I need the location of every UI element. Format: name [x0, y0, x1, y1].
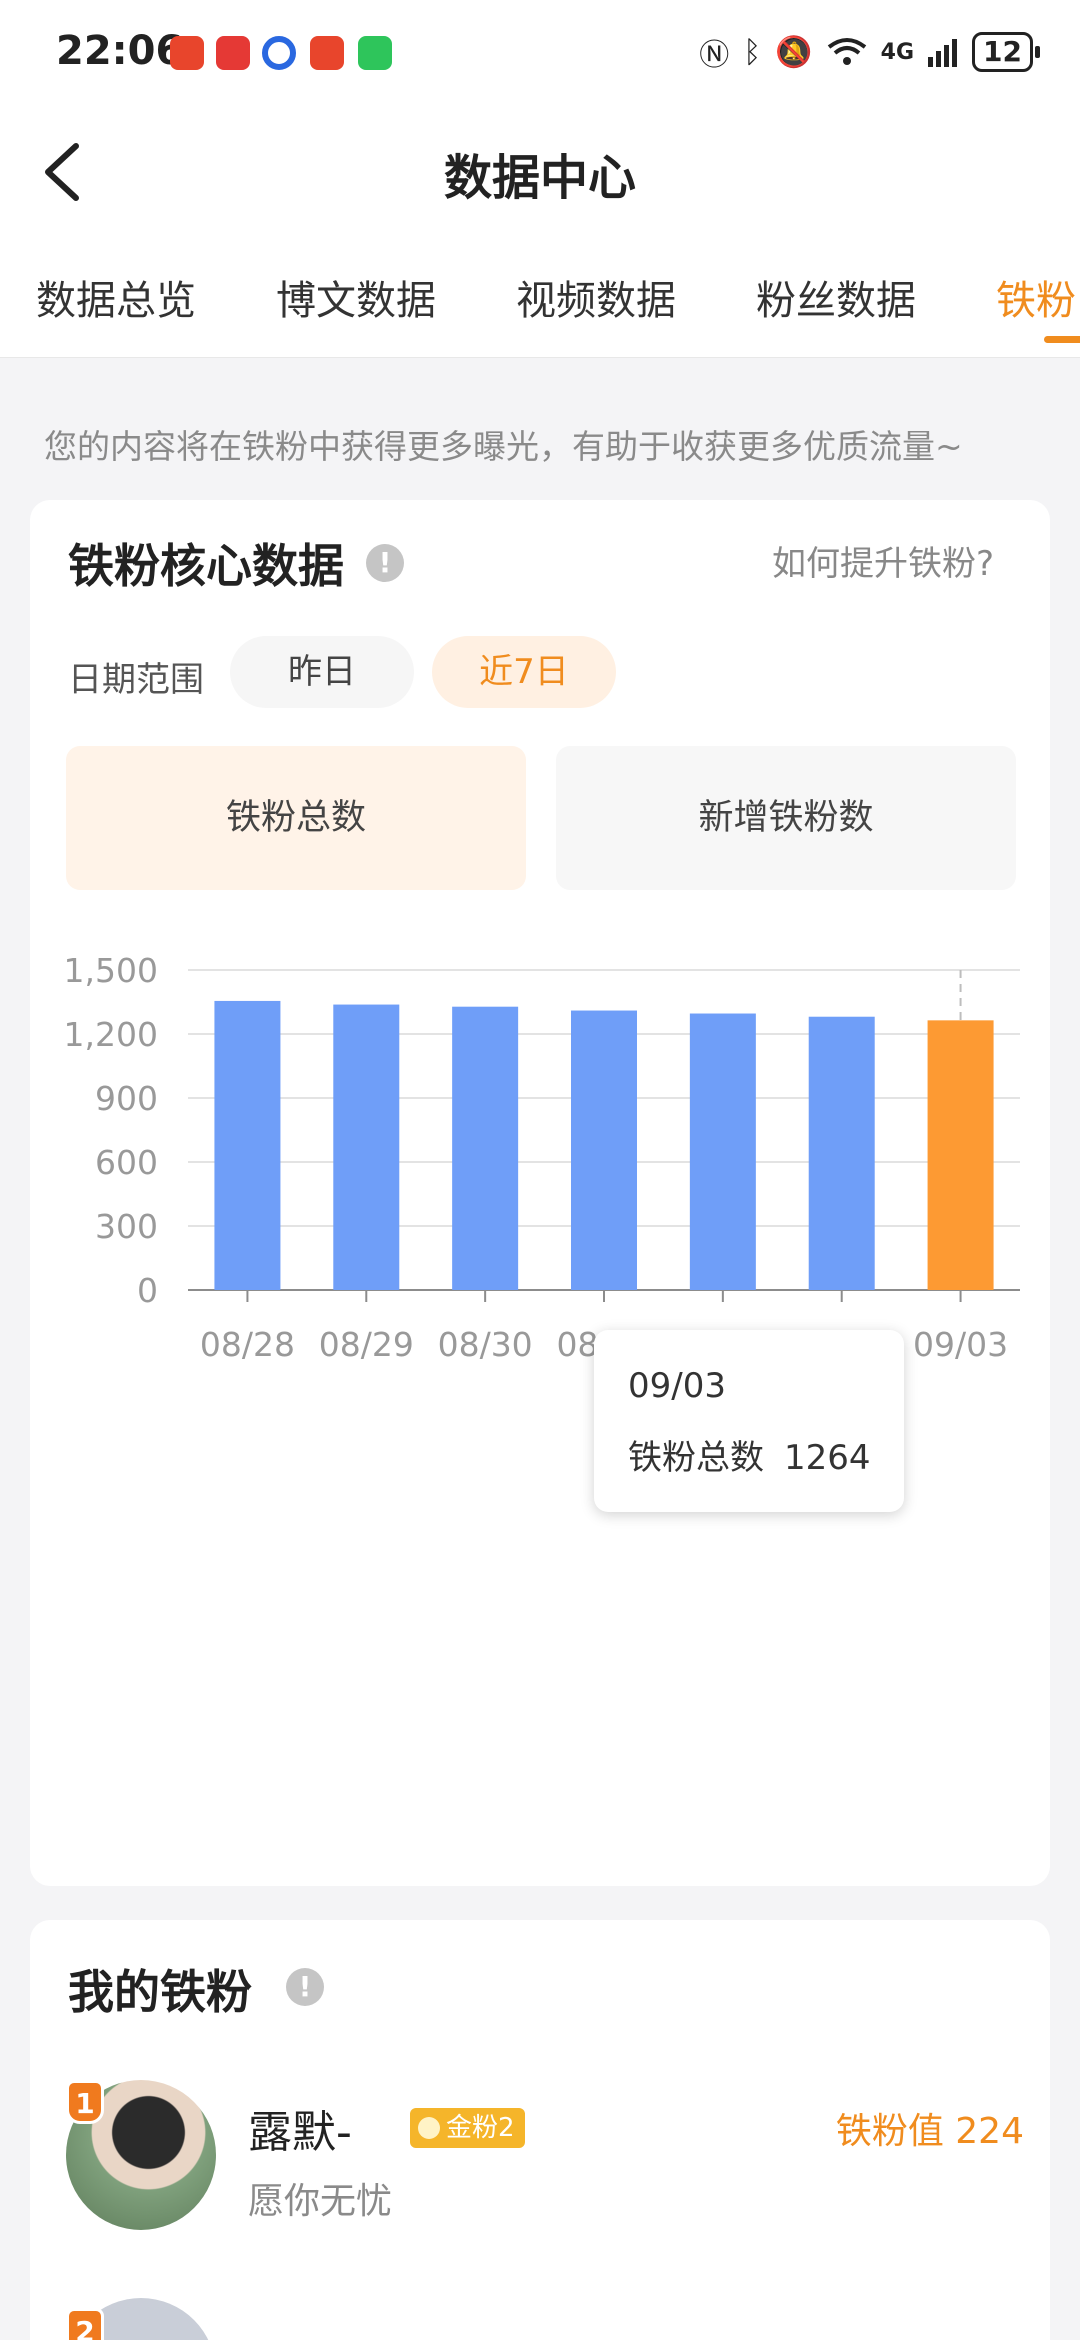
bluetooth-icon: ᛒ — [743, 34, 762, 70]
chart-bar — [571, 1010, 637, 1290]
x-tick-label: 09/03 — [913, 1325, 1008, 1364]
tooltip-label: 铁粉总数 — [628, 1438, 764, 1478]
y-tick-label: 0 — [137, 1271, 158, 1310]
chart-tooltip: 09/03 铁粉总数 1264 — [594, 1330, 904, 1512]
fan-name: 露默- — [248, 2107, 352, 2158]
x-tick-label: 08/30 — [438, 1325, 533, 1364]
y-tick-label: 900 — [95, 1079, 158, 1118]
info-icon[interactable]: ! — [366, 544, 404, 582]
wechat-icon — [358, 36, 392, 70]
y-tick-label: 300 — [95, 1207, 158, 1246]
page-title: 数据中心 — [443, 150, 636, 206]
tab-active-indicator — [1044, 336, 1080, 343]
help-link[interactable]: 如何提升铁粉? — [772, 536, 994, 585]
tooltip-value: 1264 — [784, 1438, 871, 1478]
status-bar: 22:06 Ⓝ ᛒ 🔕 4G 12 — [0, 0, 1080, 100]
tab-fans[interactable]: 粉丝数据 — [756, 268, 916, 326]
y-tick-label: 1,200 — [64, 1015, 158, 1054]
tab-videos[interactable]: 视频数据 — [516, 268, 676, 326]
status-time: 22:06 — [56, 28, 184, 74]
tab-bar: 数据总览 博文数据 视频数据 粉丝数据 铁粉 — [0, 240, 1080, 358]
fan-level-badge: 金粉2 — [410, 2108, 525, 2148]
section-title: 我的铁粉 — [68, 1965, 252, 2019]
signal-icon — [928, 39, 958, 67]
battery-saver-icon — [310, 36, 344, 70]
tooltip-row: 铁粉总数 1264 — [628, 1430, 871, 1479]
range-yesterday-button[interactable]: 昨日 — [230, 636, 414, 708]
my-fans-card: 我的铁粉 ! 1 露默- 金粉2 愿你无忧 铁粉值 224 2 — [30, 1920, 1050, 2340]
fan-subtitle: 愿你无忧 — [248, 2181, 393, 2222]
fan-list-item[interactable]: 2 — [66, 2298, 1026, 2340]
date-range-label: 日期范围 — [68, 660, 204, 700]
core-data-card: 铁粉核心数据 ! 如何提升铁粉? 日期范围 昨日 近7日 铁粉总数 新增铁粉数 … — [30, 500, 1050, 1886]
nfc-icon: Ⓝ — [699, 38, 730, 73]
battery-icon: 12 — [972, 32, 1040, 72]
tab-iron-fans[interactable]: 铁粉 — [996, 268, 1076, 326]
top-bar: 数据中心 — [0, 100, 1080, 240]
wifi-icon — [827, 38, 866, 65]
y-tick-label: 600 — [95, 1143, 158, 1182]
browser-icon — [262, 36, 296, 70]
network-type: 4G — [880, 39, 915, 65]
metric-total-button[interactable]: 铁粉总数 — [66, 746, 526, 890]
metric-new-button[interactable]: 新增铁粉数 — [556, 746, 1016, 890]
x-tick-label: 08/29 — [319, 1325, 414, 1364]
bar-chart[interactable]: 03006009001,2001,50008/2808/2908/3008/31… — [30, 930, 1050, 1370]
app-red-icon — [170, 36, 204, 70]
info-tip: 您的内容将在铁粉中获得更多曝光，有助于收获更多优质流量~ — [44, 427, 963, 466]
chart-bar — [808, 1016, 875, 1290]
fan-list-item[interactable]: 1 露默- 金粉2 愿你无忧 铁粉值 224 — [66, 2080, 1026, 2250]
y-tick-label: 1,500 — [64, 951, 158, 990]
x-tick-label: 08/28 — [200, 1325, 295, 1364]
huawei-icon — [216, 36, 250, 70]
chart-bar — [333, 1004, 400, 1290]
section-title: 铁粉核心数据 — [68, 539, 344, 593]
rank-badge: 2 — [66, 2308, 104, 2340]
gem-icon — [418, 2117, 440, 2139]
chart-bar — [452, 1006, 519, 1290]
range-7days-button[interactable]: 近7日 — [432, 636, 616, 708]
tab-overview[interactable]: 数据总览 — [36, 268, 196, 326]
tooltip-date: 09/03 — [628, 1366, 726, 1406]
chart-bar — [927, 1020, 994, 1290]
rank-badge: 1 — [66, 2080, 104, 2124]
fan-score: 铁粉值 224 — [835, 2111, 1024, 2152]
chart-bar — [214, 1000, 281, 1290]
battery-level: 12 — [972, 32, 1033, 72]
chart-bar — [689, 1013, 756, 1290]
tab-posts[interactable]: 博文数据 — [276, 268, 436, 326]
mute-icon: 🔕 — [775, 34, 813, 70]
info-icon[interactable]: ! — [286, 1968, 324, 2006]
